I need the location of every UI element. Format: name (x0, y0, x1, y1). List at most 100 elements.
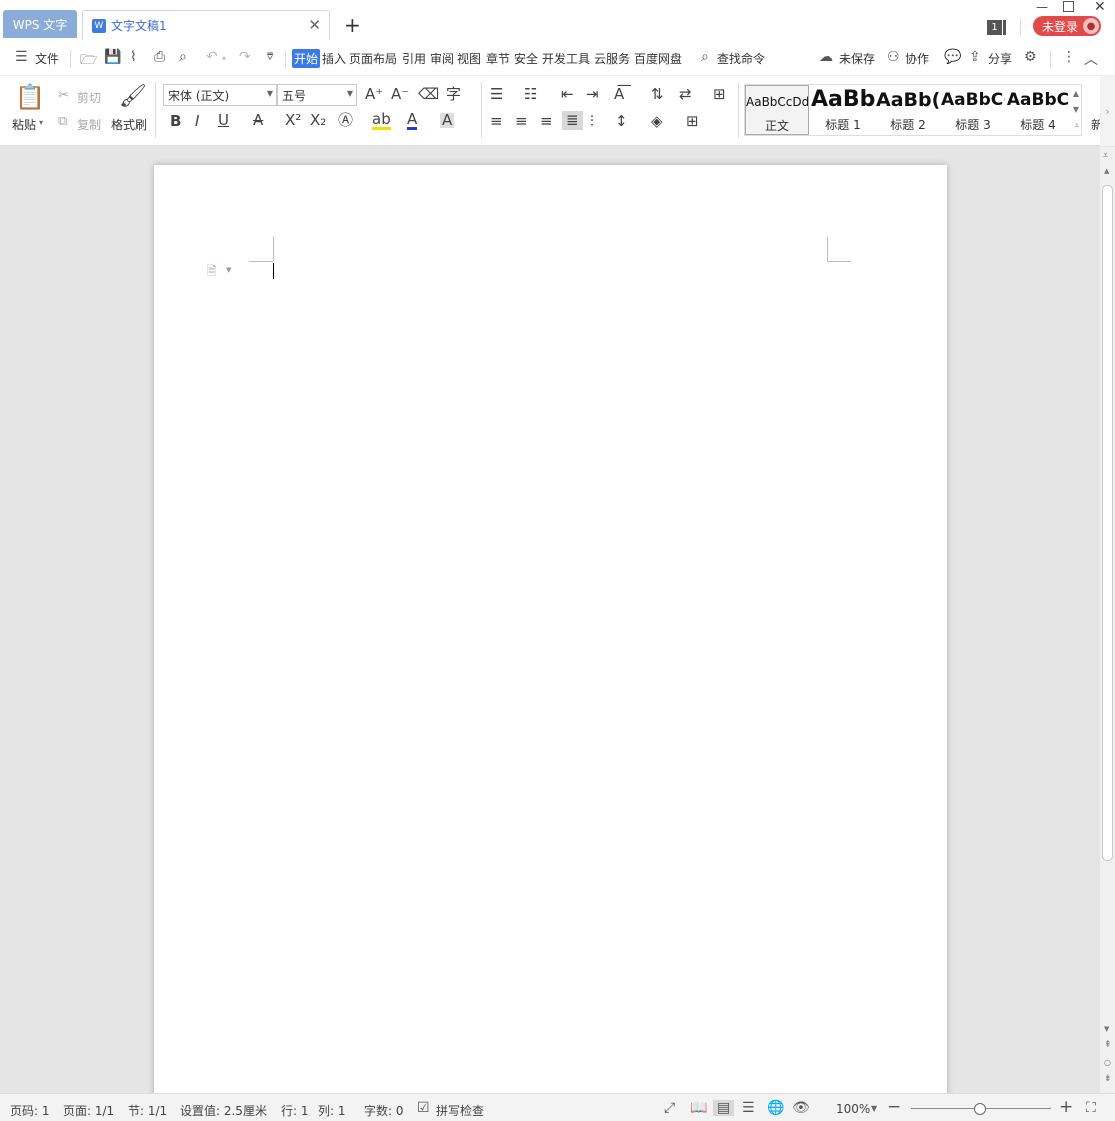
ribbon-scroll-right-icon[interactable]: › (1100, 76, 1115, 146)
read-mode-icon[interactable]: 📖 (690, 1100, 707, 1116)
print-icon[interactable]: ⎙ (154, 49, 165, 65)
unsaved-status[interactable]: 未保存 (839, 50, 875, 67)
document-page[interactable]: 🗎 ▼ (154, 165, 947, 1093)
format-painter-icon[interactable]: 🖌 (119, 86, 147, 108)
paste-button[interactable]: 粘贴 (12, 116, 36, 133)
numbered-list-icon[interactable]: ☷ (524, 87, 537, 102)
sort-icon[interactable]: ⇅ (651, 87, 664, 102)
status-row[interactable]: 行: 1 (281, 1102, 309, 1119)
paragraph-options-icon[interactable]: 🗎 (207, 262, 217, 283)
paste-dropdown-icon[interactable]: ▾ (39, 118, 43, 127)
tab-chapter[interactable]: 章节 (486, 50, 510, 67)
minimize-icon[interactable]: — (1036, 0, 1048, 14)
format-painter-button[interactable]: 格式刷 (111, 116, 147, 133)
status-spell-check[interactable]: 拼写检查 (436, 1102, 484, 1119)
save-icon[interactable]: 💾 (104, 49, 121, 65)
style-heading-1[interactable]: AaBb 标题 1 (811, 85, 875, 135)
login-button[interactable]: 未登录 ● (1033, 16, 1101, 36)
font-size-select[interactable]: 五号 ▼ (277, 84, 357, 106)
decrease-indent-icon[interactable]: ⇤ (561, 87, 574, 102)
share-button[interactable]: 分享 (988, 50, 1012, 67)
character-shading-icon[interactable]: A (440, 113, 455, 128)
hamburger-menu-icon[interactable]: ☰ (15, 49, 28, 65)
chevron-down-icon[interactable]: ▼ (226, 266, 231, 274)
zoom-out-icon[interactable]: − (887, 1097, 901, 1117)
copy-button[interactable]: 复制 (77, 116, 101, 133)
close-window-icon[interactable]: ✕ (1094, 0, 1106, 15)
tab-page-layout[interactable]: 页面布局 (349, 50, 397, 67)
scrollbar-thumb[interactable] (1102, 185, 1113, 861)
collaborate-button[interactable]: 协作 (905, 50, 929, 67)
gallery-expand-icon[interactable]: ⩡ (1074, 121, 1079, 131)
undo-dropdown-icon[interactable]: ▾ (222, 54, 226, 63)
align-right-icon[interactable]: ≡ (540, 114, 553, 129)
change-case-icon[interactable]: A͞ (614, 87, 624, 102)
scroll-up-icon[interactable]: ▲ (1104, 167, 1109, 175)
paragraph-shading-icon[interactable]: ◈ (651, 114, 663, 129)
customize-quickbar-icon[interactable]: ⩢ (267, 52, 273, 63)
ruler-toggle-icon[interactable]: ⩡ (1103, 151, 1108, 161)
text-effect-icon[interactable]: Ⓐ (338, 113, 353, 128)
document-tab[interactable]: W 文字文稿1 ✕ (82, 10, 330, 40)
font-color-icon[interactable]: A (407, 112, 418, 130)
app-tab[interactable]: WPS 文字 (3, 10, 77, 38)
borders-icon[interactable]: ⊞ (686, 114, 699, 129)
tab-view[interactable]: 视图 (457, 50, 481, 67)
distributed-align-icon[interactable]: ⫶ (590, 114, 594, 129)
close-tab-icon[interactable]: ✕ (308, 16, 321, 34)
font-name-select[interactable]: 宋体 (正文) ▼ (163, 84, 277, 106)
settings-gear-icon[interactable]: ⚙ (1024, 49, 1037, 65)
tab-insert[interactable]: 插入 (322, 50, 346, 67)
new-tab-button[interactable]: + (344, 13, 361, 37)
line-spacing-icon[interactable]: ↕ (615, 114, 628, 129)
format-painter-quick-icon[interactable]: ⌇ (130, 49, 137, 65)
select-browse-object-icon[interactable]: ○ (1104, 1058, 1111, 1067)
redo-icon[interactable]: ↷ (239, 49, 251, 65)
status-word-count[interactable]: 字数: 0 (364, 1102, 404, 1119)
tab-cloud-services[interactable]: 云服务 (594, 50, 630, 67)
cut-button[interactable]: 剪切 (77, 89, 101, 106)
align-left-icon[interactable]: ≡ (490, 114, 503, 129)
justify-icon[interactable]: ≣ (562, 111, 583, 130)
open-folder-icon[interactable]: 🗁 (80, 49, 97, 73)
increase-indent-icon[interactable]: ⇥ (586, 87, 599, 102)
fit-window-icon[interactable]: ⛶ (1086, 1100, 1096, 1116)
previous-page-icon[interactable]: ⇞ (1104, 1040, 1112, 1050)
tab-baidu-netdisk[interactable]: 百度网盘 (634, 50, 682, 67)
more-options-icon[interactable]: ⋮ (1062, 49, 1076, 65)
strikethrough-icon[interactable]: A (253, 113, 263, 128)
tab-references[interactable]: 引用 (402, 50, 426, 67)
status-section[interactable]: 节: 1/1 (128, 1102, 167, 1119)
superscript-icon[interactable]: X² (285, 113, 301, 128)
style-normal[interactable]: AaBbCcDd 正文 (745, 85, 809, 135)
window-count-badge[interactable]: 1 (987, 20, 1002, 35)
text-direction-icon[interactable]: ⇄ (679, 87, 692, 102)
subscript-icon[interactable]: X₂ (310, 113, 326, 128)
outline-view-icon[interactable]: ☰ (742, 1100, 755, 1116)
page-view-icon[interactable]: ▤ (713, 1100, 735, 1116)
maximize-icon[interactable] (1063, 1, 1074, 12)
status-pages[interactable]: 页面: 1/1 (63, 1102, 114, 1119)
scroll-down-icon[interactable]: ▼ (1104, 1025, 1109, 1033)
bold-icon[interactable]: B (170, 114, 181, 129)
highlight-icon[interactable]: ab (372, 112, 391, 130)
print-preview-icon[interactable]: ⌕ (179, 49, 187, 65)
clear-formatting-icon[interactable]: ⌫ (418, 87, 439, 102)
vertical-scrollbar[interactable]: ⩡ ▲ ▼ ⇞ ○ ⇟ (1100, 147, 1115, 1093)
zoom-level[interactable]: 100% (836, 1102, 870, 1116)
comment-icon[interactable]: 💬 (944, 49, 961, 65)
bullet-list-icon[interactable]: ☰ (490, 87, 503, 102)
status-setting[interactable]: 设置值: 2.5厘米 (180, 1102, 267, 1119)
undo-icon[interactable]: ↶ (206, 49, 218, 65)
menu-file[interactable]: 文件 (35, 50, 59, 67)
style-heading-2[interactable]: AaBb( 标题 2 (876, 85, 940, 135)
phonetic-guide-icon[interactable]: 字 (446, 87, 461, 102)
full-screen-icon[interactable]: ⤢ (664, 1100, 675, 1116)
web-view-icon[interactable]: 🌐 (767, 1100, 784, 1116)
status-page-number[interactable]: 页码: 1 (10, 1102, 50, 1119)
eye-protection-icon[interactable]: 👁 (792, 1100, 810, 1116)
gallery-scroll-up-icon[interactable]: ▲ (1073, 89, 1079, 98)
italic-icon[interactable]: I (195, 114, 199, 129)
gallery-scroll-down-icon[interactable]: ▼ (1073, 105, 1079, 114)
search-command[interactable]: 查找命令 (717, 50, 765, 67)
